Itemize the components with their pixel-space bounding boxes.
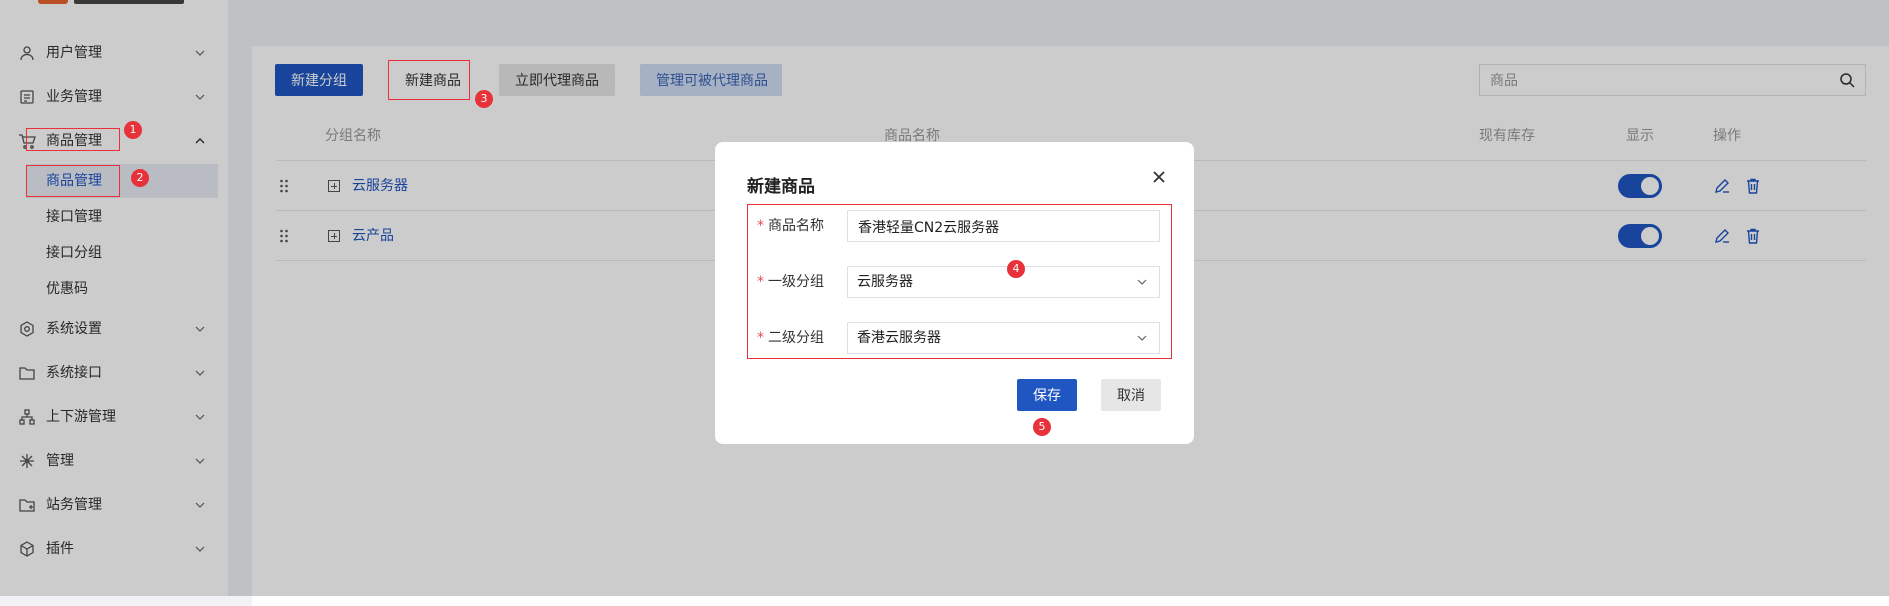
annotation-badge: 2 <box>131 169 149 187</box>
save-button[interactable]: 保存 <box>1017 379 1077 411</box>
secondary-group-value: 香港云服务器 <box>857 330 941 346</box>
annotation-badge: 1 <box>124 121 142 139</box>
annotation-badge: 4 <box>1007 260 1025 278</box>
primary-group-select[interactable]: 云服务器 <box>847 266 1160 298</box>
product-name-label: * 商品名称 <box>757 218 824 234</box>
required-mark: * <box>757 330 764 346</box>
required-mark: * <box>757 218 764 234</box>
close-icon[interactable] <box>1152 170 1166 184</box>
secondary-group-select[interactable]: 香港云服务器 <box>847 322 1160 354</box>
product-name-field <box>847 210 1160 243</box>
chevron-down-icon <box>1137 279 1147 285</box>
cancel-button[interactable]: 取消 <box>1101 379 1161 411</box>
secondary-group-label: * 二级分组 <box>757 330 824 346</box>
annotation-badge: 3 <box>475 90 493 108</box>
primary-group-value: 云服务器 <box>857 274 913 290</box>
dialog-title: 新建商品 <box>747 177 815 197</box>
annotation-badge: 5 <box>1033 418 1051 436</box>
chevron-down-icon <box>1137 335 1147 341</box>
primary-group-label: * 一级分组 <box>757 274 824 290</box>
product-name-input[interactable] <box>856 211 1150 243</box>
required-mark: * <box>757 274 764 290</box>
new-product-dialog: 新建商品 *商品名称 *一级分组 云服务器 *二级分组 香港云服务器 保存 取消 <box>715 142 1194 444</box>
